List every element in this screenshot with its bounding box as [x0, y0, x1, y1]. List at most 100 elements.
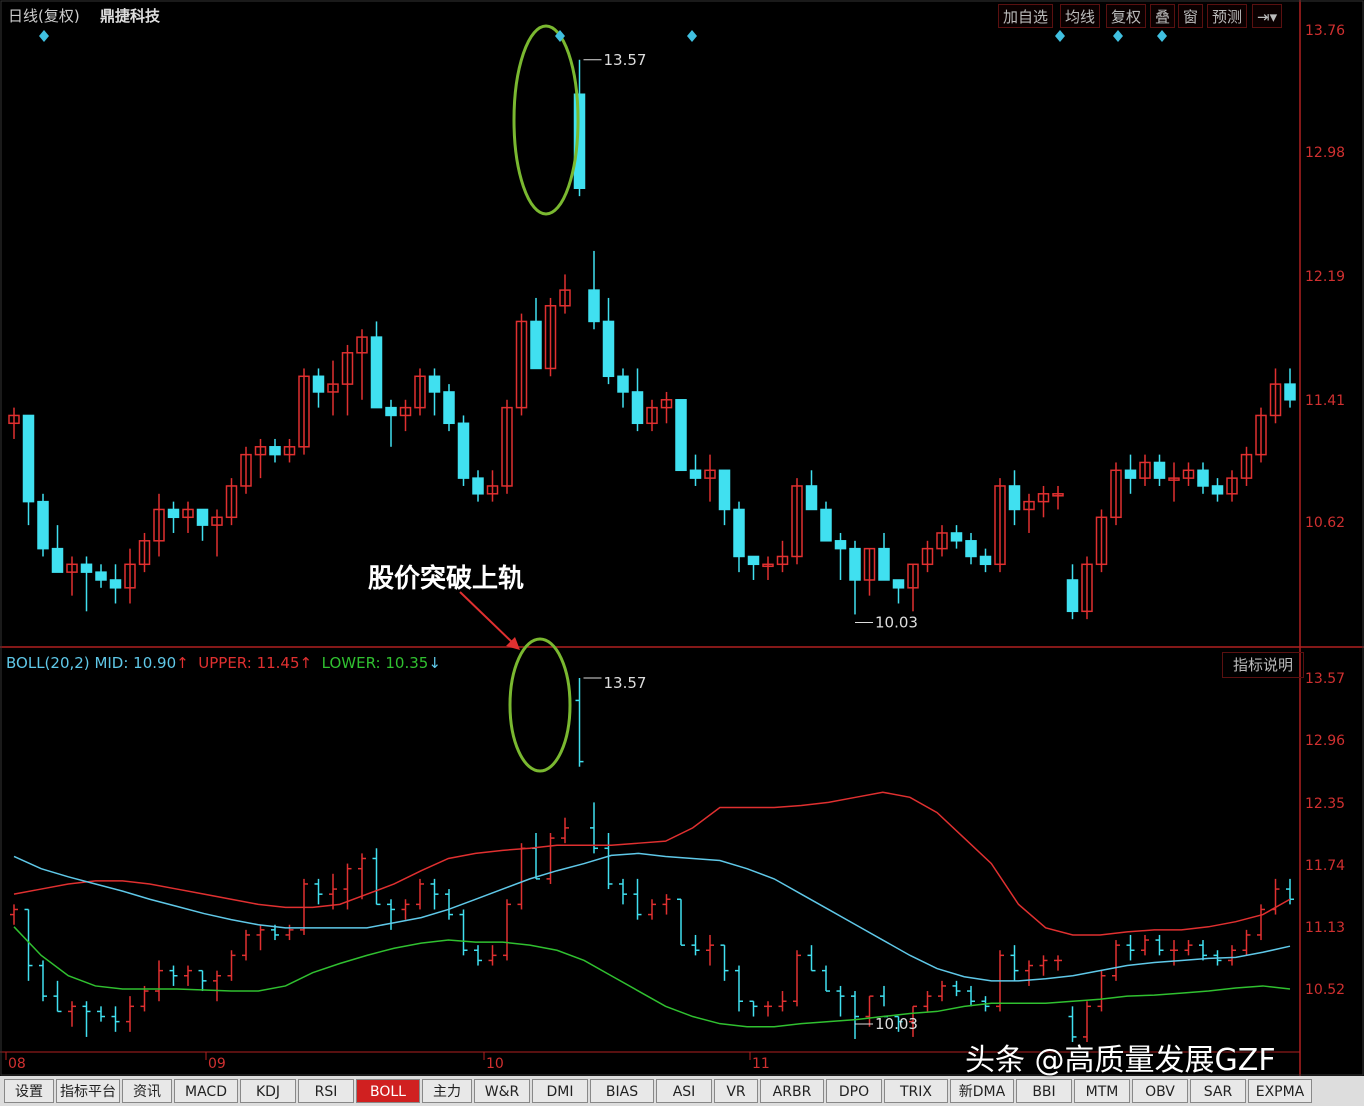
sub-axis-label: 11.13	[1305, 920, 1345, 936]
highlight-ellipse-sub	[508, 637, 572, 773]
candle-body	[747, 555, 760, 566]
candle-body	[22, 414, 35, 503]
tab-rsi[interactable]: RSI	[298, 1079, 354, 1103]
tab-asi[interactable]: ASI	[656, 1079, 712, 1103]
tab-trix[interactable]: TRIX	[884, 1079, 948, 1103]
boll-lower: LOWER: 10.35	[321, 654, 429, 672]
sub-axis-label: 12.35	[1305, 796, 1345, 812]
candle-body	[805, 485, 818, 511]
candle-body	[1211, 485, 1224, 495]
candle-body	[834, 540, 847, 550]
tab-mtm[interactable]: MTM	[1074, 1079, 1130, 1103]
indicator-tab-bar: 设置 指标平台 资讯 MACD KDJ RSI BOLL 主力 W&R DMI BIAS ASI VR A…	[0, 1076, 1364, 1106]
event-marker-icon	[39, 30, 49, 42]
tab-arbr[interactable]: ARBR	[760, 1079, 824, 1103]
tab-资讯[interactable]: 资讯	[122, 1079, 172, 1103]
candle-body	[472, 477, 484, 495]
boll-lower-line	[13, 926, 1291, 1028]
sub-axis-label: 12.96	[1305, 733, 1345, 749]
x-axis-label: 08	[8, 1056, 26, 1072]
period-label: 日线(复权)	[8, 7, 80, 25]
main-axis-label: 12.98	[1305, 145, 1345, 161]
toolbar-button-4[interactable]: 窗	[1178, 4, 1204, 28]
min-price-label-sub: 10.03	[875, 1015, 918, 1033]
event-marker-icon	[1055, 30, 1065, 42]
tab-主力[interactable]: 主力	[422, 1079, 472, 1103]
candle-body	[443, 391, 455, 425]
x-axis-label: 11	[752, 1056, 770, 1072]
candle-body	[370, 336, 383, 409]
tab-expma[interactable]: EXPMA	[1248, 1079, 1312, 1103]
min-price-label: 10.03	[875, 613, 918, 631]
highlight-ellipse-main	[512, 24, 580, 216]
tab-dmi[interactable]: DMI	[532, 1079, 588, 1103]
tab-bbi[interactable]: BBI	[1016, 1079, 1072, 1103]
candle-body	[1153, 461, 1166, 479]
tab-boll[interactable]: BOLL	[356, 1079, 420, 1103]
watermark: 头条 @高质量发展GZF	[965, 1043, 1276, 1078]
main-axis-label: 13.76	[1305, 23, 1345, 39]
candle-body	[95, 571, 107, 581]
toolbar-button-3[interactable]: 叠	[1150, 4, 1176, 28]
toolbar-button-2[interactable]: 复权	[1106, 4, 1147, 28]
boll-title: BOLL(20,2)	[6, 654, 90, 672]
candle-body	[51, 547, 64, 573]
tab-obv[interactable]: OBV	[1132, 1079, 1188, 1103]
candle-body	[733, 508, 745, 558]
candle-body	[37, 500, 49, 550]
candle-body	[965, 540, 977, 558]
tab-vr[interactable]: VR	[714, 1079, 758, 1103]
candle-body	[588, 289, 600, 323]
candle-body	[631, 391, 644, 425]
toolbar-button-1[interactable]: 均线	[1060, 4, 1101, 28]
sub-axis-label: 10.52	[1305, 982, 1345, 998]
candle-body	[1124, 469, 1137, 479]
x-axis-label: 10	[486, 1056, 504, 1072]
tab-bias[interactable]: BIAS	[590, 1079, 654, 1103]
tab-sar[interactable]: SAR	[1190, 1079, 1246, 1103]
candle-body	[617, 375, 629, 393]
max-price-label-sub: 13.57	[604, 674, 647, 692]
candle-body	[689, 469, 702, 479]
tab-指标平台[interactable]: 指标平台	[56, 1079, 120, 1103]
candle-body	[950, 532, 963, 542]
stock-chart-window: 13.76 12.98 12.19 11.41 10.62 13.57 12.96 12.35…	[0, 0, 1364, 1106]
sub-axis-label: 11.74	[1305, 858, 1345, 874]
event-marker-icon	[1157, 30, 1167, 42]
event-marker-icon	[1113, 30, 1123, 42]
tab-w&r[interactable]: W&R	[474, 1079, 530, 1103]
candle-body	[602, 320, 615, 378]
candle-body	[849, 547, 861, 581]
annotation-arrow	[459, 591, 516, 646]
indicator-help-button[interactable]: 指标说明	[1221, 652, 1304, 678]
tab-设置[interactable]: 设置	[4, 1079, 54, 1103]
tab-kdj[interactable]: KDJ	[240, 1079, 296, 1103]
candle-body	[109, 579, 122, 589]
boll-legend: BOLL(20,2) MID: 10.90↑ UPPER: 11.45↑ LOW…	[6, 654, 441, 672]
kline-chart[interactable]: 13.76 12.98 12.19 11.41 10.62 13.57 12.96 12.35…	[0, 0, 1364, 1076]
tab-macd[interactable]: MACD	[174, 1079, 238, 1103]
candle-body	[1066, 579, 1079, 613]
toolbar-button-5[interactable]: 预测	[1207, 4, 1248, 28]
main-axis-label: 12.19	[1305, 269, 1345, 285]
candle-body	[675, 399, 687, 472]
candle-body	[1284, 383, 1296, 401]
max-price-label: 13.57	[604, 51, 647, 69]
boll-mid: MID: 10.90	[94, 654, 177, 672]
candle-body	[457, 422, 470, 479]
candle-body	[312, 375, 325, 393]
boll-upper: UPPER: 11.45	[198, 654, 300, 672]
event-marker-icon	[687, 30, 697, 42]
tab-dpo[interactable]: DPO	[826, 1079, 882, 1103]
candle-body	[878, 547, 890, 581]
candle-body	[167, 508, 180, 519]
toolbar-button-0[interactable]: 加自选	[998, 4, 1054, 28]
candle-body	[1008, 485, 1021, 511]
candle-body	[718, 469, 731, 511]
candle-body	[269, 446, 281, 456]
stock-name: 鼎捷科技	[100, 7, 161, 25]
candle-body	[385, 406, 397, 417]
toolbar-button-6[interactable]: ⇥▾	[1252, 4, 1283, 28]
tab-新dma[interactable]: 新DMA	[950, 1079, 1014, 1103]
main-axis-label: 11.41	[1305, 393, 1345, 409]
